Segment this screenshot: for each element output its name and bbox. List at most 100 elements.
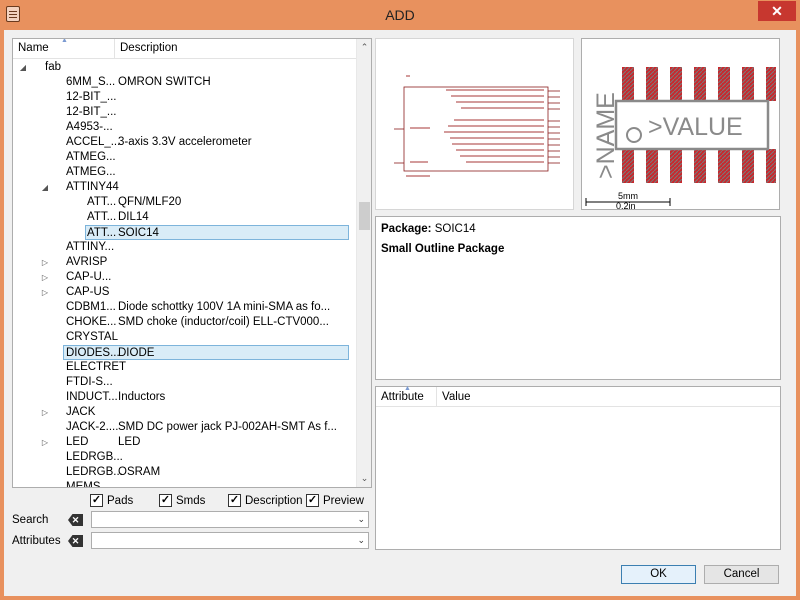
checkmark-icon[interactable]: ✓ <box>228 494 241 507</box>
checkmark-icon[interactable]: ✓ <box>306 494 319 507</box>
column-separator[interactable] <box>436 387 437 407</box>
tree-row-name: ATMEG... <box>66 166 116 178</box>
tree-row[interactable]: 12-BIT_... <box>13 90 356 105</box>
column-header-description[interactable]: Description <box>120 42 178 54</box>
tree-row[interactable]: MEMS ... <box>13 480 356 488</box>
scroll-down-icon[interactable]: ⌄ <box>357 470 371 487</box>
tree-row-description: SOIC14 <box>118 227 159 239</box>
tree-row-name: fab <box>45 61 61 73</box>
attributes-field[interactable] <box>92 533 342 548</box>
tree-row-description: SMD choke (inductor/coil) ELL-CTV000... <box>118 316 329 328</box>
column-separator[interactable] <box>114 39 115 59</box>
tree-row-description: Inductors <box>118 391 166 403</box>
tree-row-description: 3-axis 3.3V accelerometer <box>118 136 252 148</box>
tree-row-name: FTDI-S... <box>66 376 113 388</box>
checkmark-icon[interactable]: ✓ <box>159 494 172 507</box>
package-description: Small Outline Package <box>381 243 505 255</box>
tree-row-name: CDBM1... <box>66 301 116 313</box>
tree-row[interactable]: LEDRGB... <box>13 450 356 465</box>
close-button[interactable]: ✕ <box>758 1 796 21</box>
tree-row-name: LEDRGB... <box>66 466 123 478</box>
ok-button[interactable]: OK <box>621 565 696 584</box>
chevron-down-icon[interactable]: ⌄ <box>357 533 365 548</box>
expand-arrow-icon[interactable]: ▷ <box>40 255 50 270</box>
collapse-arrow-icon[interactable]: ◢ <box>40 180 50 195</box>
clear-search-icon[interactable]: ✕ <box>68 514 83 526</box>
tree-row[interactable]: CDBM1... Diode schottky 100V 1A mini-SMA … <box>13 300 356 315</box>
clear-attributes-icon[interactable]: ✕ <box>68 535 83 547</box>
tree-row[interactable]: ◢ ATTINY44 <box>13 180 356 195</box>
scroll-thumb[interactable] <box>359 202 370 230</box>
tree-row-name: ATMEG... <box>66 151 116 163</box>
tree-row[interactable]: ELECTRET <box>13 360 356 375</box>
tree-row[interactable]: CRYSTAL <box>13 330 356 345</box>
search-input[interactable]: ⌄ <box>91 511 369 528</box>
tree-row[interactable]: ACCEL_... 3-axis 3.3V accelerometer <box>13 135 356 150</box>
tree-row[interactable]: ATMEG... <box>13 165 356 180</box>
package-line: Package: SOIC14 <box>381 223 775 235</box>
checkmark-icon[interactable]: ✓ <box>90 494 103 507</box>
tree-row[interactable]: ATTINY... <box>13 240 356 255</box>
tree-row-name: MEMS ... <box>66 481 114 488</box>
tree-row-description: DIL14 <box>118 211 149 223</box>
tree-row[interactable]: ▷ CAP-US <box>13 285 356 300</box>
value-placeholder-text: >VALUE <box>648 113 743 141</box>
tree-scrollbar[interactable]: ⌃ ⌄ <box>356 39 371 487</box>
package-preview: >NAME >VALUE 5mm 0.2in <box>581 38 780 211</box>
tree-row-name: CHOKE... <box>66 316 117 328</box>
tree-row[interactable]: ATMEG... <box>13 150 356 165</box>
tree-row[interactable]: ◢ fab <box>13 60 356 75</box>
expand-arrow-icon[interactable]: ▷ <box>40 270 50 285</box>
tree-row-name: 12-BIT_... <box>66 91 117 103</box>
column-header-name[interactable]: Name <box>18 42 49 54</box>
tree-row-name: A4953-... <box>66 121 113 133</box>
tree-row[interactable]: FTDI-S... <box>13 375 356 390</box>
tree-row[interactable]: LEDRGB... OSRAM <box>13 465 356 480</box>
tree-row[interactable]: ATT... DIL14 <box>13 210 356 225</box>
tree-row-name: DIODES... <box>66 347 120 359</box>
bottom-pads <box>622 149 776 183</box>
tree-row-name: ATTINY... <box>66 241 115 253</box>
tree-row-name: CAP-U... <box>66 271 112 283</box>
tree-row[interactable]: ATT... QFN/MLF20 <box>13 195 356 210</box>
collapse-arrow-icon[interactable]: ◢ <box>18 60 28 75</box>
expand-arrow-icon[interactable]: ▷ <box>40 285 50 300</box>
scroll-up-icon[interactable]: ⌃ <box>357 39 371 56</box>
chevron-down-icon[interactable]: ⌄ <box>357 512 365 527</box>
tree-row[interactable]: INDUCT... Inductors <box>13 390 356 405</box>
tree-row[interactable]: CHOKE... SMD choke (inductor/coil) ELL-CT… <box>13 315 356 330</box>
attributes-input[interactable]: ⌄ <box>91 532 369 549</box>
tree-row[interactable]: ▷ JACK <box>13 405 356 420</box>
tree-row[interactable]: A4953-... <box>13 120 356 135</box>
attribute-table-header: ▲ Attribute Value <box>376 385 780 407</box>
sort-caret-icon: ▲ <box>61 38 68 44</box>
tree-row[interactable]: ▷ AVRISP <box>13 255 356 270</box>
tree-row-description: LED <box>118 436 141 448</box>
tree-row[interactable]: DIODES... DIODE <box>63 345 349 360</box>
tree-row-name: ELECTRET <box>66 361 127 373</box>
schematic-symbol-graphic <box>394 75 560 177</box>
description-panel: Package: SOIC14 Small Outline Package <box>375 216 781 380</box>
tree-row[interactable]: 12-BIT_... <box>13 105 356 120</box>
pads-label: Pads <box>107 495 134 507</box>
column-header-value[interactable]: Value <box>442 391 471 403</box>
tree-row[interactable]: 6MM_S... OMRON SWITCH <box>13 75 356 90</box>
tree-row[interactable]: JACK-2.... SMD DC power jack PJ-002AH-SMT… <box>13 420 356 435</box>
library-tree: Name ▲ Description ◢ fab 6MM_S... OMRON SWI… <box>12 38 372 488</box>
tree-row[interactable]: ▷ CAP-U... <box>13 270 356 285</box>
tree-row[interactable]: ATT... SOIC14 <box>85 225 349 240</box>
column-header-attribute[interactable]: Attribute <box>381 391 424 403</box>
expand-arrow-icon[interactable]: ▷ <box>40 405 50 420</box>
window-title: ADD <box>385 7 415 23</box>
search-field[interactable] <box>92 512 342 527</box>
tree-row-name: 6MM_S... <box>66 76 116 88</box>
tree-row-name: CRYSTAL <box>66 331 118 343</box>
expand-arrow-icon[interactable]: ▷ <box>40 435 50 450</box>
tree-rows: ◢ fab 6MM_S... OMRON SWITCH 12-BIT_... 12-BIT… <box>13 60 356 488</box>
smds-label: Smds <box>176 495 206 507</box>
attribute-table: ▲ Attribute Value <box>375 385 781 550</box>
cancel-button[interactable]: Cancel <box>704 565 779 584</box>
preview-label: Preview <box>323 495 364 507</box>
tree-row[interactable]: ▷ LED LED <box>13 435 356 450</box>
scale-in-text: 0.2in <box>616 201 636 209</box>
